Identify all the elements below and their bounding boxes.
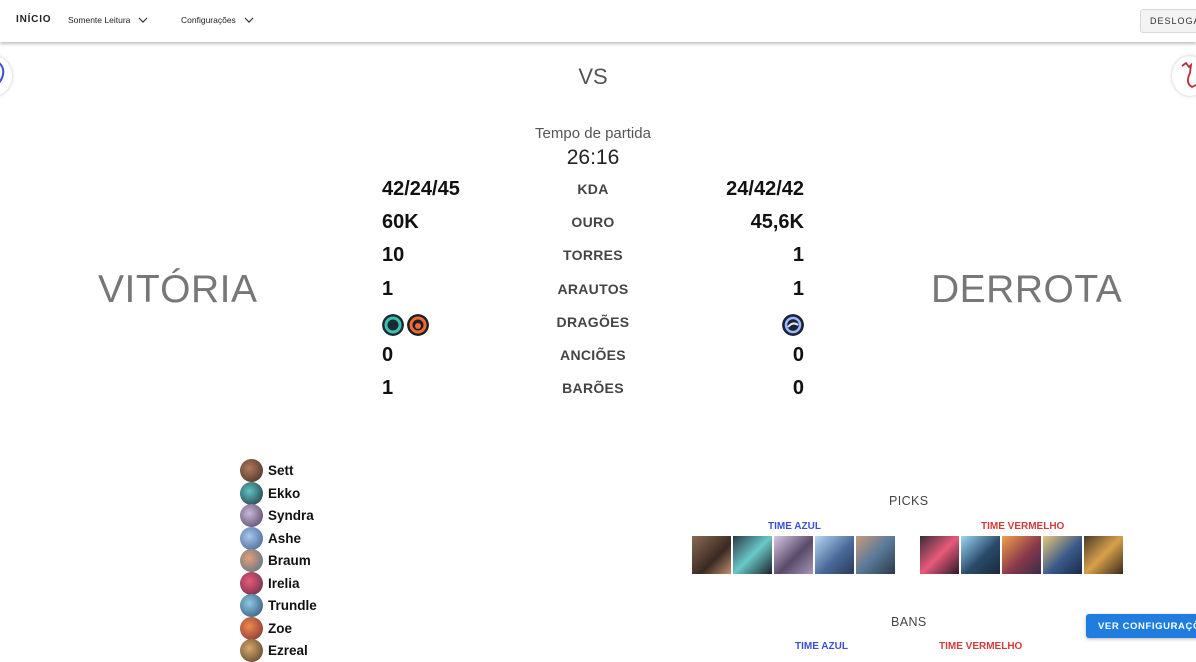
red-pick-portrait bbox=[1084, 536, 1123, 574]
match-time-value: 26:16 bbox=[566, 146, 620, 169]
settings-menu[interactable]: Configurações bbox=[181, 15, 254, 25]
list-item: Syndra bbox=[240, 503, 314, 527]
list-item: Ezreal bbox=[240, 638, 308, 662]
chevron-down-icon bbox=[138, 17, 148, 23]
chevron-down-icon bbox=[244, 17, 254, 23]
red-pick-portrait bbox=[1002, 536, 1041, 574]
champion-name: Ashe bbox=[268, 530, 302, 546]
blue-pick-portrait bbox=[815, 536, 854, 574]
stat-row-barons: 1 BARÕES 0 bbox=[380, 377, 806, 410]
champion-portrait-icon bbox=[240, 593, 263, 617]
champion-portrait-icon bbox=[240, 481, 263, 505]
champion-name: Trundle bbox=[268, 597, 317, 613]
champion-portrait-icon bbox=[240, 526, 263, 550]
blue-pick-portrait bbox=[692, 536, 731, 574]
red-pick-portrait bbox=[961, 536, 1000, 574]
champion-portrait-icon bbox=[240, 458, 263, 482]
towers-label: TORRES bbox=[563, 247, 623, 263]
bans-title: BANS bbox=[891, 615, 927, 629]
stat-row-kda: 42/24/45 KDA 24/42/42 bbox=[380, 178, 806, 211]
picks-title: PICKS bbox=[889, 494, 929, 508]
blue-pick-portrait bbox=[733, 536, 772, 574]
gold-label: OURO bbox=[571, 214, 615, 230]
stat-row-towers: 10 TORRES 1 bbox=[380, 244, 806, 277]
red-barons-value: 0 bbox=[792, 377, 804, 399]
list-item: Zoe bbox=[240, 616, 293, 640]
list-item: Trundle bbox=[240, 593, 317, 617]
heralds-label: ARAUTOS bbox=[557, 281, 629, 297]
red-team-result: DERROTA bbox=[931, 268, 1123, 311]
red-elders-value: 0 bbox=[792, 344, 804, 366]
read-only-menu-label: Somente Leitura bbox=[68, 15, 131, 25]
list-item: Irelia bbox=[240, 571, 300, 595]
red-heralds-value: 1 bbox=[792, 278, 804, 300]
stat-row-heralds: 1 ARAUTOS 1 bbox=[380, 278, 806, 311]
bans-red-team-label: TIME VERMELHO bbox=[939, 641, 1023, 652]
logout-button[interactable]: DESLOGAR bbox=[1140, 9, 1196, 33]
blue-pick-portrait bbox=[774, 536, 813, 574]
cloud-dragon-icon bbox=[782, 313, 804, 336]
stat-row-dragons: DRAGÕES bbox=[380, 311, 806, 344]
match-time-label: Tempo de partida bbox=[535, 125, 651, 142]
red-pick-portrait bbox=[920, 536, 959, 574]
red-gold-value: 45,6K bbox=[750, 211, 804, 233]
red-dragons bbox=[782, 313, 804, 336]
bans-blue-team-label: TIME AZUL bbox=[795, 641, 848, 652]
list-item: Ashe bbox=[240, 526, 302, 550]
picks-blue-team-label: TIME AZUL bbox=[768, 521, 821, 532]
champion-portrait-icon bbox=[240, 616, 263, 640]
champion-name: Sett bbox=[268, 462, 294, 478]
barons-label: BARÕES bbox=[562, 380, 624, 396]
red-kda-value: 24/42/42 bbox=[726, 178, 804, 200]
champion-portrait-icon bbox=[240, 571, 263, 595]
top-nav: INÍCIO Somente Leitura Configurações DES… bbox=[0, 0, 1196, 42]
champion-portrait-icon bbox=[240, 548, 263, 572]
dragons-label: DRAGÕES bbox=[556, 314, 630, 330]
stat-row-elders: 0 ANCIÕES 0 bbox=[380, 344, 806, 377]
champion-portrait-icon bbox=[240, 638, 263, 662]
red-pick-portrait bbox=[1043, 536, 1082, 574]
settings-menu-label: Configurações bbox=[181, 15, 236, 25]
nav-home-link[interactable]: INÍCIO bbox=[16, 14, 51, 25]
blue-team-result: VITÓRIA bbox=[98, 268, 258, 311]
picks-red-team-label: TIME VERMELHO bbox=[981, 521, 1065, 532]
versus-label: VS bbox=[578, 64, 608, 89]
list-item: Braum bbox=[240, 548, 311, 572]
list-item: Ekko bbox=[240, 481, 301, 505]
champion-name: Ezreal bbox=[268, 642, 308, 658]
view-settings-button[interactable]: VER CONFIGURAÇÕES bbox=[1086, 614, 1196, 638]
champion-name: Syndra bbox=[268, 507, 314, 523]
champion-name: Ekko bbox=[268, 485, 301, 501]
stat-row-gold: 60K OURO 45,6K bbox=[380, 211, 806, 244]
elders-label: ANCIÕES bbox=[560, 347, 626, 363]
champion-name: Braum bbox=[268, 552, 311, 568]
blue-pick-portrait bbox=[856, 536, 895, 574]
champion-name: Zoe bbox=[268, 620, 293, 636]
champion-name: Irelia bbox=[268, 575, 300, 591]
champion-portrait-icon bbox=[240, 503, 263, 527]
list-item: Sett bbox=[240, 458, 294, 482]
read-only-menu[interactable]: Somente Leitura bbox=[68, 15, 148, 25]
red-towers-value: 1 bbox=[792, 244, 804, 266]
